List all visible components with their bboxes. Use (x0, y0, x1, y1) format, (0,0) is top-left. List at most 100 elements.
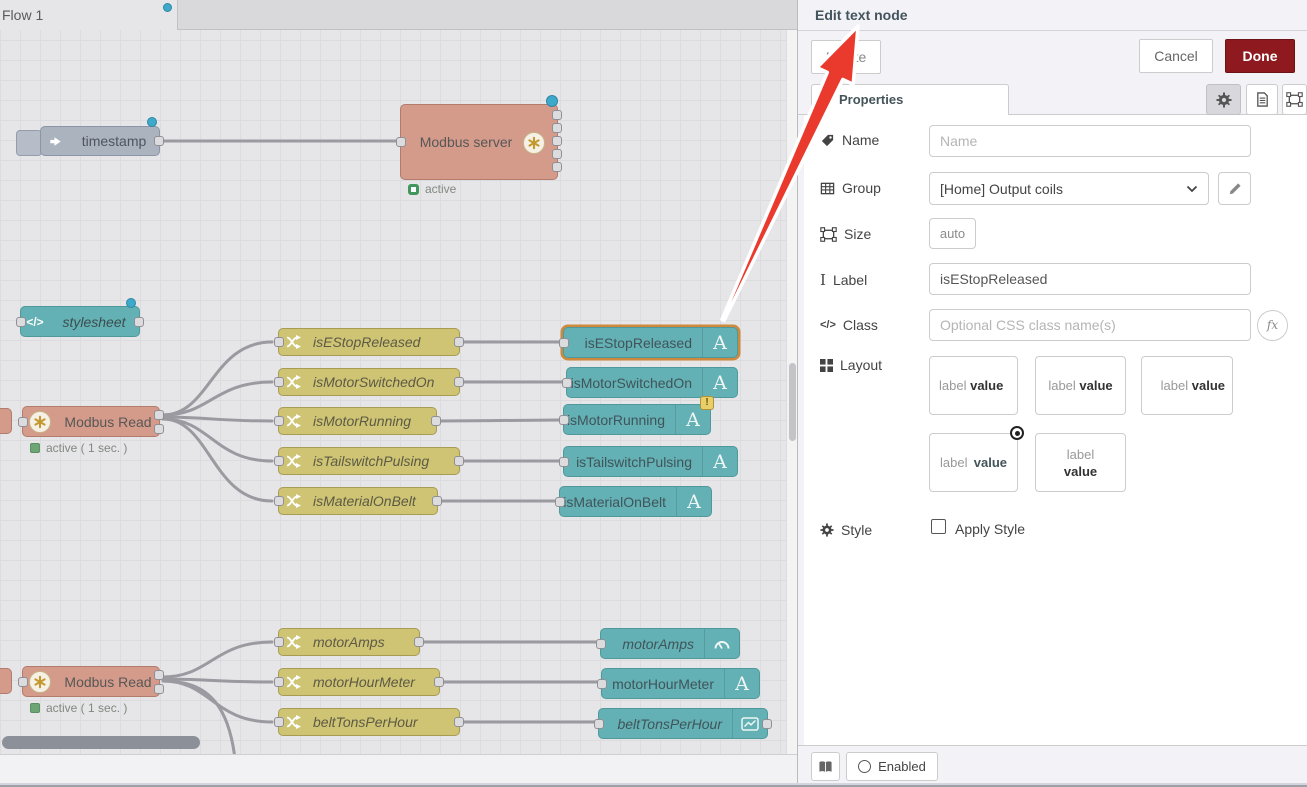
ibeam-icon: I (820, 271, 826, 289)
node-change-belttonsperhour[interactable]: beltTonsPerHour (278, 708, 460, 736)
port[interactable] (274, 337, 284, 347)
description-button[interactable] (1246, 84, 1278, 115)
port[interactable] (594, 719, 604, 729)
port[interactable] (154, 136, 164, 146)
enabled-toggle-button[interactable]: Enabled (846, 752, 938, 781)
name-input[interactable] (929, 125, 1251, 157)
layout-option-stacked[interactable]: labelvalue (1035, 433, 1126, 492)
port[interactable] (454, 717, 464, 727)
port[interactable] (18, 677, 28, 687)
port[interactable] (552, 136, 562, 146)
node-modbus-server[interactable]: Modbus server (400, 104, 558, 180)
node-text-ismotorswitchedon[interactable]: isMotorSwitchedOn A (566, 367, 738, 398)
delete-button[interactable]: Delete (811, 40, 881, 74)
port[interactable] (597, 679, 607, 689)
scrollbar-thumb[interactable] (789, 363, 796, 441)
vertical-scrollbar[interactable] (786, 30, 797, 754)
inject-button[interactable] (16, 130, 42, 156)
layout-option-left[interactable]: label value (929, 356, 1018, 415)
node-gauge-motoramps[interactable]: motorAmps (600, 628, 740, 659)
port[interactable] (552, 110, 562, 120)
node-change-isestopreleased[interactable]: isEStopReleased (278, 328, 460, 356)
node-timestamp[interactable]: timestamp (40, 126, 160, 156)
port[interactable] (434, 677, 444, 687)
node-change-ismotorswitchedon[interactable]: isMotorSwitchedOn (278, 368, 460, 396)
node-change-istailswitchpulsing[interactable]: isTailswitchPulsing (278, 447, 460, 475)
node-text-ismaterialonbelt[interactable]: isMaterialOnBelt A (559, 486, 712, 517)
flow-canvas[interactable]: timestamp Modbus server active </> style… (0, 0, 797, 754)
port[interactable] (274, 717, 284, 727)
layout-option-right[interactable]: label value (1141, 356, 1233, 415)
node-chart-belttonsperhour[interactable]: beltTonsPerHour (598, 708, 768, 739)
info-book-button[interactable] (811, 752, 840, 781)
tray-footer: Enabled (798, 745, 1307, 783)
expression-button[interactable]: fx (1257, 310, 1288, 341)
chevron-down-icon (1186, 185, 1198, 193)
port[interactable] (274, 496, 284, 506)
node-partial[interactable] (0, 408, 12, 434)
port[interactable] (454, 337, 464, 347)
port[interactable] (396, 137, 406, 147)
port[interactable] (432, 496, 442, 506)
port[interactable] (154, 684, 164, 694)
port[interactable] (274, 456, 284, 466)
pencil-icon (1228, 182, 1242, 196)
port[interactable] (414, 637, 424, 647)
node-change-ismaterialonbelt[interactable]: isMaterialOnBelt (278, 487, 438, 515)
node-modbus-read-1[interactable]: Modbus Read (22, 406, 160, 437)
port[interactable] (559, 457, 569, 467)
port[interactable] (559, 338, 569, 348)
layout-option-justify[interactable]: labelvalue (929, 433, 1018, 492)
node-change-ismotorrunning[interactable]: isMotorRunning (278, 407, 437, 435)
port[interactable] (18, 417, 28, 427)
group-select[interactable]: [Home] Output coils (929, 172, 1209, 205)
node-change-motoramps[interactable]: motorAmps (278, 628, 420, 656)
port[interactable] (762, 719, 772, 729)
node-text-motorhourmeter[interactable]: motorHourMeter A (601, 668, 760, 699)
port[interactable] (154, 670, 164, 680)
node-text-ismotorrunning[interactable]: isMotorRunning A ! (563, 404, 711, 435)
node-stylesheet[interactable]: </> stylesheet (20, 306, 140, 337)
node-change-motorhourmeter[interactable]: motorHourMeter (278, 668, 440, 696)
port[interactable] (16, 317, 26, 327)
port[interactable] (274, 637, 284, 647)
appearance-button[interactable] (1282, 84, 1307, 115)
size-auto-button[interactable]: auto (929, 218, 976, 249)
port[interactable] (274, 377, 284, 387)
node-text-isestopreleased[interactable]: isEStopReleased A (563, 327, 738, 358)
layout-selected-radio[interactable] (1010, 426, 1024, 440)
port[interactable] (552, 149, 562, 159)
done-button[interactable]: Done (1225, 39, 1295, 73)
warning-badge: ! (700, 396, 714, 410)
port[interactable] (134, 317, 144, 327)
book-icon (818, 760, 833, 774)
port[interactable] (454, 456, 464, 466)
edit-tray: Edit text node Delete Cancel Done Proper… (797, 0, 1307, 783)
node-partial[interactable] (0, 668, 12, 694)
apply-style-checkbox[interactable] (931, 519, 946, 534)
cancel-button[interactable]: Cancel (1139, 39, 1213, 73)
port[interactable] (431, 416, 441, 426)
layout-option-center[interactable]: label value (1035, 356, 1126, 415)
properties-gear-button[interactable] (1206, 84, 1241, 115)
class-input[interactable] (929, 309, 1251, 341)
port[interactable] (596, 639, 606, 649)
node-modbus-read-2[interactable]: Modbus Read (22, 666, 160, 697)
port[interactable] (552, 162, 562, 172)
port[interactable] (154, 424, 164, 434)
node-label: motorHourMeter (307, 674, 415, 690)
tab-properties[interactable]: Properties (811, 84, 1009, 115)
port[interactable] (559, 415, 569, 425)
port[interactable] (562, 378, 572, 388)
horizontal-scrollbar[interactable] (2, 736, 200, 749)
port[interactable] (454, 377, 464, 387)
label-input[interactable] (929, 263, 1251, 295)
node-text-istailswitchpulsing[interactable]: isTailswitchPulsing A (563, 446, 738, 477)
port[interactable] (274, 677, 284, 687)
edit-group-button[interactable] (1218, 172, 1251, 205)
port[interactable] (552, 123, 562, 133)
port[interactable] (154, 410, 164, 420)
tab-flow-1[interactable]: Flow 1 (0, 0, 178, 30)
port[interactable] (555, 497, 565, 507)
port[interactable] (274, 416, 284, 426)
